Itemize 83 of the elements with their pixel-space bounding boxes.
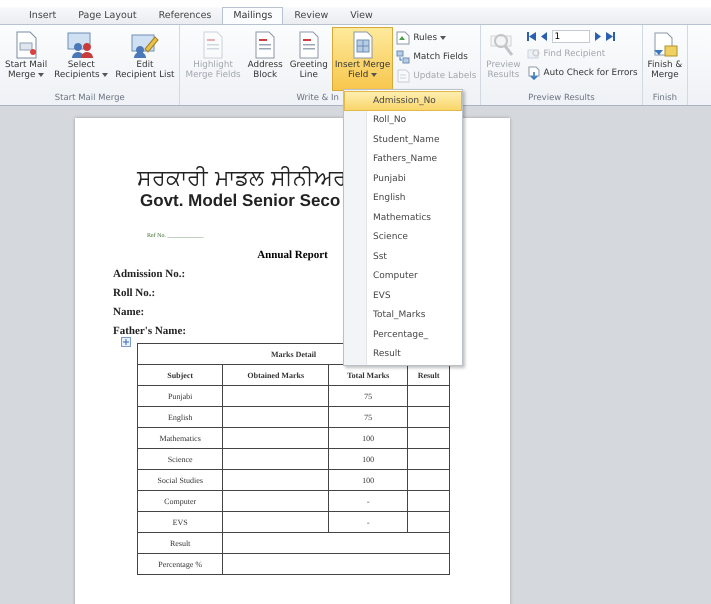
report-title: Annual Report <box>257 249 328 261</box>
ribbon-button[interactable]: Match Fields <box>394 49 478 65</box>
field-label: Roll No.: <box>113 287 156 299</box>
record-field[interactable]: 1 <box>552 30 590 43</box>
page-icon <box>254 31 276 59</box>
table-cell: - <box>328 490 408 512</box>
document-icon <box>14 31 38 59</box>
table-cell: Mathematics <box>138 428 223 448</box>
table-cell: 75 <box>328 406 408 428</box>
menu-item[interactable]: Sst <box>344 247 462 266</box>
rules-icon <box>396 31 410 45</box>
menu-item[interactable]: Punjabi <box>344 169 462 188</box>
table-cell: Punjabi <box>138 386 223 406</box>
table-cell: 100 <box>328 428 408 448</box>
table-cell: Percentage % <box>138 554 223 574</box>
heading-text: ਸਰਕਾਰੀ ਮਾਡਲ ਸੀਨੀਅਰ <box>137 166 347 191</box>
group-label: Write & In <box>296 93 339 103</box>
menu-item[interactable]: Total_Marks <box>344 306 462 325</box>
ribbon-button[interactable]: Insert Merge Field <box>332 27 394 91</box>
group-label: Start Mail Merge <box>54 93 125 103</box>
menu-item[interactable]: Admission_No <box>344 91 462 110</box>
table-cell: 100 <box>328 470 408 490</box>
table-cell: English <box>138 406 223 428</box>
table-cell: Result <box>138 532 223 554</box>
menu-item[interactable]: Computer <box>344 266 462 286</box>
ribbon-tab[interactable]: View <box>339 7 384 24</box>
check-errors-icon <box>526 66 541 80</box>
table-cell <box>408 490 450 512</box>
menu-item[interactable]: Student_Name <box>344 130 462 150</box>
table-cell <box>408 512 450 532</box>
menu-item[interactable]: EVS <box>344 286 462 306</box>
table-cell <box>408 386 450 406</box>
table-cell <box>408 428 450 448</box>
ribbon-tab[interactable]: Page Layout <box>67 7 148 24</box>
next-record-icon[interactable] <box>594 32 601 41</box>
ribbon-tab[interactable]: References <box>148 7 222 24</box>
group-label: Finish <box>652 93 677 103</box>
group-label: Preview Results <box>528 93 595 103</box>
table-cell: EVS <box>138 512 223 532</box>
ribbon-tab[interactable]: Insert <box>18 7 68 24</box>
page-icon <box>202 31 224 59</box>
ribbon-button[interactable]: Finish & Merge <box>644 27 686 91</box>
menu-item[interactable]: English <box>344 188 462 208</box>
menu-item[interactable]: Roll_No <box>344 110 462 130</box>
ribbon-button[interactable]: Edit Recipient List <box>112 27 178 91</box>
field-label: Name: <box>113 306 144 318</box>
table-cell: Social Studies <box>138 470 223 490</box>
table-cell: Science <box>138 448 223 470</box>
ribbon-button[interactable]: Auto Check for Errors <box>524 65 640 81</box>
table-cell: 100 <box>328 448 408 470</box>
match-fields-icon <box>396 50 410 64</box>
heading-text: Govt. Model Senior Seco <box>140 191 340 211</box>
menu-item[interactable]: Fathers_Name <box>344 150 462 169</box>
table-cell: - <box>328 512 408 532</box>
table-cell <box>408 406 450 428</box>
menu-item[interactable]: Mathematics <box>344 208 462 228</box>
move-handle-icon[interactable] <box>121 337 131 347</box>
ribbon-button[interactable]: Select Recipients <box>51 27 112 91</box>
field-label: Admission No.: <box>113 268 186 280</box>
ribbon-tab[interactable]: Mailings <box>222 7 284 24</box>
update-labels-icon <box>396 69 410 83</box>
previous-record-icon[interactable] <box>540 32 547 41</box>
field-label: Father's Name: <box>113 325 186 337</box>
find-recipient-icon <box>526 47 541 61</box>
table-cell: Subject <box>138 364 223 386</box>
table-cell: Obtained Marks <box>222 364 329 386</box>
people-icon <box>67 31 96 59</box>
table-cell: Computer <box>138 490 223 512</box>
ribbon-button[interactable]: Address Block <box>244 27 286 91</box>
ribbon-button[interactable]: Greeting Line <box>286 27 331 91</box>
ribbon-button[interactable]: Rules <box>394 30 478 46</box>
last-record-icon[interactable] <box>606 32 615 41</box>
fields-icon <box>352 31 374 59</box>
menu-item[interactable]: Percentage_ <box>344 325 462 344</box>
page-icon <box>298 31 320 59</box>
first-record-icon[interactable] <box>526 32 536 41</box>
table-cell: 75 <box>328 386 408 406</box>
ribbon-tab[interactable]: Review <box>283 7 340 24</box>
table-cell <box>408 448 450 470</box>
menu-item[interactable]: Science <box>344 228 462 247</box>
ribbon-button[interactable]: Start Mail Merge <box>2 27 50 91</box>
table-cell <box>408 470 450 490</box>
finish-merge-icon <box>652 32 678 58</box>
